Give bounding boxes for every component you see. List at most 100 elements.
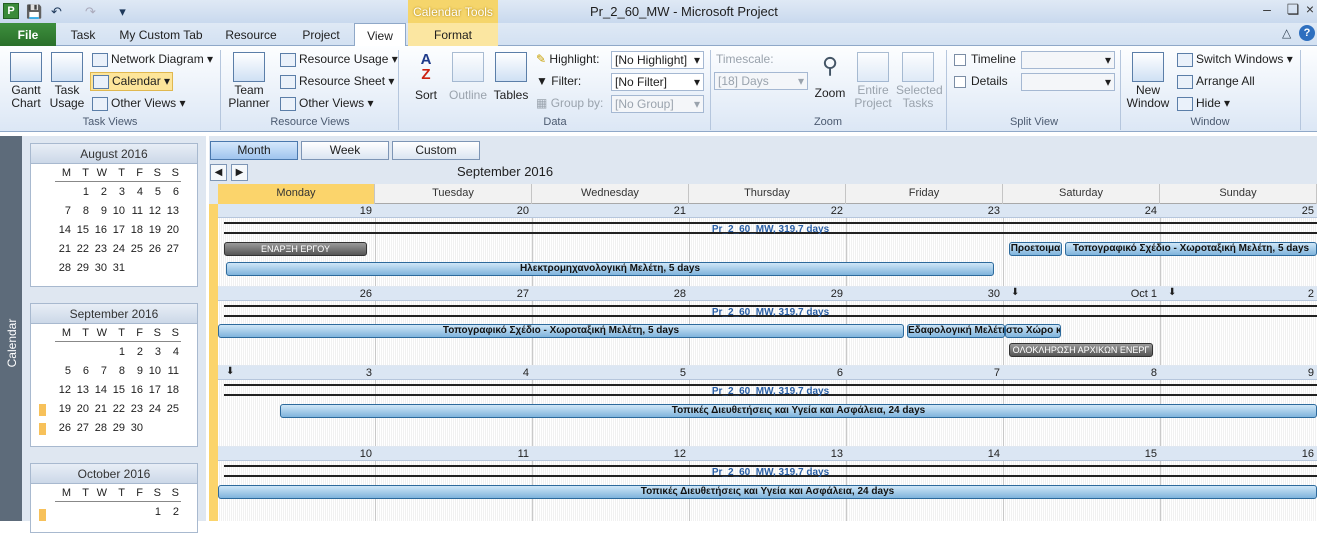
filter-dropdown[interactable]: [No Filter] ▾ bbox=[611, 73, 704, 91]
mini-calendar-day[interactable]: 7 bbox=[55, 202, 73, 220]
tables-button[interactable]: Tables bbox=[492, 52, 530, 102]
mini-calendar-day[interactable]: 27 bbox=[73, 419, 91, 437]
project-app-icon[interactable]: P bbox=[3, 3, 19, 19]
mini-calendar-day[interactable]: 21 bbox=[55, 240, 73, 258]
mini-calendar-day[interactable]: 14 bbox=[91, 381, 109, 399]
task-bar[interactable]: Τοπικές Διευθετήσεις και Υγεία και Ασφάλ… bbox=[280, 404, 1317, 418]
entire-project-button[interactable]: Entire Project bbox=[852, 52, 894, 110]
task-bar[interactable]: Προετοιμα bbox=[1009, 242, 1062, 256]
resource-sheet-button[interactable]: Resource Sheet ▾ bbox=[280, 74, 394, 89]
new-window-button[interactable]: New Window bbox=[1124, 52, 1172, 110]
details-view-dropdown[interactable]: ▾ bbox=[1021, 73, 1115, 91]
mini-calendar-day[interactable]: 28 bbox=[91, 419, 109, 437]
mini-calendar-day[interactable]: 30 bbox=[91, 259, 109, 277]
gantt-chart-button[interactable]: Gantt Chart bbox=[6, 52, 46, 110]
mini-calendar-day[interactable]: 23 bbox=[127, 400, 145, 418]
mini-calendar-day[interactable]: 8 bbox=[109, 362, 127, 380]
resource-usage-button[interactable]: Resource Usage ▾ bbox=[280, 52, 398, 67]
tab-task[interactable]: Task bbox=[58, 23, 108, 46]
mini-calendar-day[interactable]: 23 bbox=[91, 240, 109, 258]
overflow-arrow-icon[interactable]: ⬇ bbox=[226, 366, 234, 377]
previous-month-button[interactable]: ◀ bbox=[210, 164, 227, 181]
mini-calendar-day[interactable]: 24 bbox=[109, 240, 127, 258]
mini-calendar-day[interactable]: 13 bbox=[163, 202, 181, 220]
mini-calendar-day[interactable]: 16 bbox=[91, 221, 109, 239]
mini-calendar-day[interactable]: 6 bbox=[73, 362, 91, 380]
tab-my-custom-tab[interactable]: My Custom Tab bbox=[110, 23, 212, 46]
mini-calendar-day[interactable]: 22 bbox=[109, 400, 127, 418]
mini-calendar-day[interactable]: 1 bbox=[73, 183, 91, 201]
project-summary-bar[interactable]: Pr_2_60_MW, 319.7 days bbox=[224, 384, 1317, 397]
task-bar[interactable]: Τοπογραφικό Σχέδιο - Χωροταξική Μελέτη, … bbox=[1065, 242, 1317, 256]
mini-calendar-day[interactable]: 2 bbox=[163, 503, 181, 521]
mini-calendar-day[interactable]: 8 bbox=[73, 202, 91, 220]
overflow-arrow-icon[interactable]: ⬇ bbox=[1011, 287, 1019, 298]
milestone-bar[interactable]: ΕΝΑΡΞΗ ΕΡΓΟΥ bbox=[224, 242, 367, 256]
mini-calendar-day[interactable]: 17 bbox=[145, 381, 163, 399]
mini-calendar-day[interactable]: 14 bbox=[55, 221, 73, 239]
mini-calendar-day[interactable]: 3 bbox=[145, 343, 163, 361]
mini-calendar-day[interactable]: 16 bbox=[127, 381, 145, 399]
mini-calendar-day[interactable]: 18 bbox=[163, 381, 181, 399]
tab-format[interactable]: Format bbox=[408, 23, 498, 46]
milestone-bar[interactable]: ΟΛΟΚΛΗΡΩΣΗ ΑΡΧΙΚΩΝ ΕΝΕΡΓ bbox=[1009, 343, 1153, 357]
task-usage-button[interactable]: Task Usage bbox=[46, 52, 88, 110]
mini-calendar-day[interactable]: 24 bbox=[145, 400, 163, 418]
customize-qat-icon[interactable]: ▾ bbox=[114, 3, 131, 20]
mini-calendar-day[interactable]: 9 bbox=[91, 202, 109, 220]
timeline-view-dropdown[interactable]: ▾ bbox=[1021, 51, 1115, 69]
mini-calendar-day[interactable]: 20 bbox=[73, 400, 91, 418]
mini-calendar-day[interactable]: 21 bbox=[91, 400, 109, 418]
mini-calendar-day[interactable]: 2 bbox=[91, 183, 109, 201]
mini-calendar-day[interactable]: 18 bbox=[127, 221, 145, 239]
mini-calendar-day[interactable]: 27 bbox=[163, 240, 181, 258]
custom-view-button[interactable]: Custom bbox=[392, 141, 480, 160]
mini-calendar-day[interactable]: 17 bbox=[109, 221, 127, 239]
mini-calendar-day[interactable]: 3 bbox=[109, 183, 127, 201]
month-view-button[interactable]: Month bbox=[210, 141, 298, 160]
mini-calendar-day[interactable]: 10 bbox=[109, 202, 127, 220]
save-icon[interactable]: 💾 bbox=[26, 3, 43, 20]
tab-resource[interactable]: Resource bbox=[214, 23, 288, 46]
mini-calendar-day[interactable]: 6 bbox=[163, 183, 181, 201]
task-bar[interactable]: στο Χώρο κ bbox=[1005, 324, 1061, 338]
mini-calendar-day[interactable]: 4 bbox=[127, 183, 145, 201]
mini-calendar-day[interactable]: 15 bbox=[109, 381, 127, 399]
mini-calendar-day[interactable]: 4 bbox=[163, 343, 181, 361]
mini-calendar-day[interactable]: 15 bbox=[73, 221, 91, 239]
mini-calendar-day[interactable]: 10 bbox=[145, 362, 163, 380]
selected-tasks-button[interactable]: Selected Tasks bbox=[896, 52, 943, 110]
undo-icon[interactable]: ↶ bbox=[48, 3, 65, 20]
week-view-button[interactable]: Week bbox=[301, 141, 389, 160]
mini-calendar-day[interactable]: 25 bbox=[127, 240, 145, 258]
mini-calendar-day[interactable]: 20 bbox=[163, 221, 181, 239]
redo-icon[interactable]: ↷ bbox=[82, 3, 99, 20]
task-bar[interactable]: Εδαφολογική Μελέτη bbox=[907, 324, 1005, 338]
tab-view[interactable]: View bbox=[354, 23, 406, 47]
mini-calendar-day[interactable]: 7 bbox=[91, 362, 109, 380]
mini-calendar-day[interactable]: 11 bbox=[163, 362, 181, 380]
mini-calendar-day[interactable]: 19 bbox=[55, 400, 73, 418]
mini-calendar-day[interactable]: 29 bbox=[73, 259, 91, 277]
mini-calendar-day[interactable]: 2 bbox=[127, 343, 145, 361]
overflow-arrow-icon[interactable]: ⬇ bbox=[1168, 287, 1176, 298]
mini-calendar-day[interactable]: 30 bbox=[127, 419, 145, 437]
mini-calendar-day[interactable]: 1 bbox=[145, 503, 163, 521]
timeline-checkbox[interactable]: Timeline bbox=[954, 52, 1016, 66]
mini-calendar-day[interactable]: 28 bbox=[55, 259, 73, 277]
mini-calendar-day[interactable]: 19 bbox=[145, 221, 163, 239]
team-planner-button[interactable]: Team Planner bbox=[226, 52, 272, 110]
mini-calendar-day[interactable]: 9 bbox=[127, 362, 145, 380]
task-bar[interactable]: Ηλεκτρομηχανολογική Μελέτη, 5 days bbox=[226, 262, 994, 276]
mini-calendar-day[interactable]: 26 bbox=[145, 240, 163, 258]
mini-calendar-day[interactable]: 5 bbox=[55, 362, 73, 380]
task-bar[interactable]: Τοπογραφικό Σχέδιο - Χωροταξική Μελέτη, … bbox=[218, 324, 904, 338]
sort-button[interactable]: AZ Sort bbox=[410, 52, 442, 102]
details-checkbox[interactable]: Details bbox=[954, 74, 1008, 88]
calendar-view-button[interactable]: Calendar ▾ bbox=[90, 72, 174, 91]
hide-button[interactable]: Hide ▾ bbox=[1177, 96, 1230, 111]
next-month-button[interactable]: ▶ bbox=[231, 164, 248, 181]
other-views-task-button[interactable]: Other Views ▾ bbox=[92, 96, 186, 111]
other-views-resource-button[interactable]: Other Views ▾ bbox=[280, 96, 374, 111]
switch-windows-button[interactable]: Switch Windows ▾ bbox=[1177, 52, 1293, 67]
